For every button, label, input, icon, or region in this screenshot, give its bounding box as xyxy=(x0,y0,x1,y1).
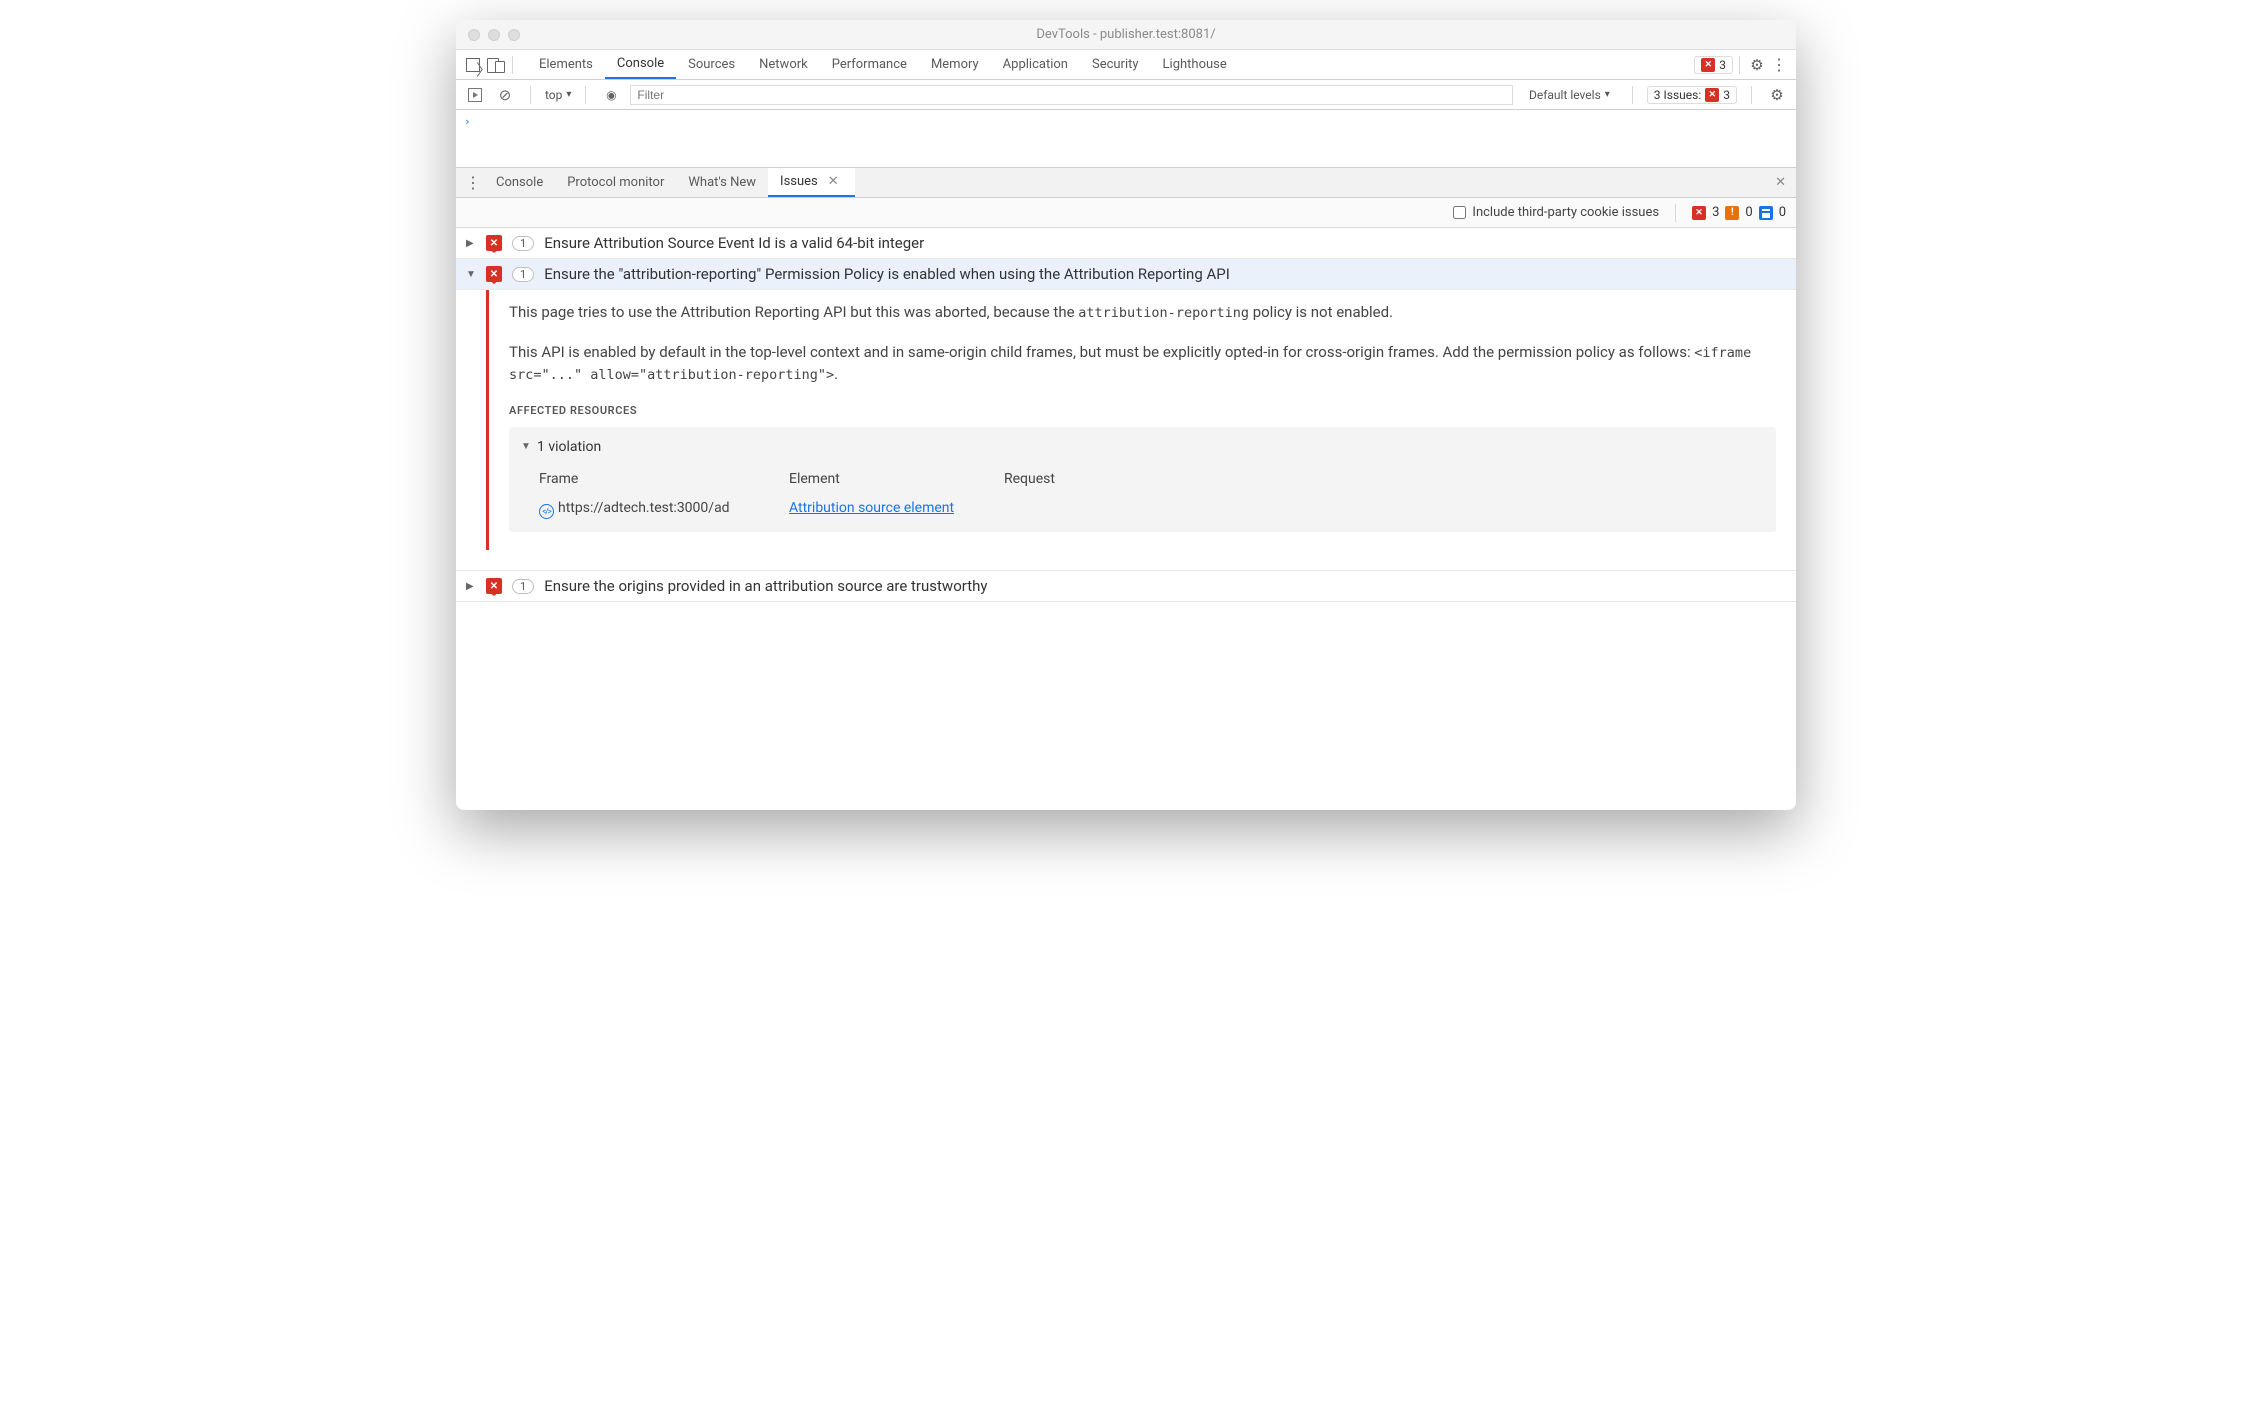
drawer-tab-protocol-monitor[interactable]: Protocol monitor xyxy=(555,168,676,197)
error-icon xyxy=(1692,206,1706,220)
titlebar: DevTools - publisher.test:8081/ xyxy=(456,20,1796,50)
window-title: DevTools - publisher.test:8081/ xyxy=(456,27,1796,42)
tab-performance[interactable]: Performance xyxy=(820,50,919,79)
affected-resources-table: Frame Element Request https://adtech.tes… xyxy=(521,465,1764,522)
settings-gear-icon[interactable] xyxy=(1746,54,1768,76)
divider xyxy=(512,56,513,74)
clear-console-icon[interactable] xyxy=(494,84,516,106)
page-error-icon xyxy=(486,235,502,251)
divider xyxy=(585,86,586,104)
divider xyxy=(530,86,531,104)
console-output[interactable]: › xyxy=(456,110,1796,168)
tab-console[interactable]: Console xyxy=(605,50,676,79)
issue-count-pill: 1 xyxy=(512,267,534,282)
issue-row[interactable]: 1 Ensure the origins provided in an attr… xyxy=(456,571,1796,602)
warning-icon xyxy=(1725,206,1739,220)
table-header-row: Frame Element Request xyxy=(539,465,1764,493)
tab-network[interactable]: Network xyxy=(747,50,820,79)
divider xyxy=(1632,86,1633,104)
device-toolbar-icon[interactable] xyxy=(484,54,506,76)
frame-icon xyxy=(539,504,554,519)
info-count: 0 xyxy=(1779,205,1786,220)
element-cell[interactable]: Attribution source element xyxy=(789,498,1004,518)
issue-title: Ensure Attribution Source Event Id is a … xyxy=(544,234,1786,252)
console-prompt-icon: › xyxy=(464,115,471,128)
close-icon[interactable]: ✕ xyxy=(824,170,843,193)
collapse-icon[interactable] xyxy=(466,269,476,280)
expand-icon[interactable] xyxy=(466,581,476,592)
issue-count-pill: 1 xyxy=(512,236,534,251)
issue-count-pill: 1 xyxy=(512,579,534,594)
error-count-value: 3 xyxy=(1719,58,1726,72)
close-drawer-icon[interactable]: ✕ xyxy=(1771,171,1790,194)
table-row: https://adtech.test:3000/ad Attribution … xyxy=(539,494,1764,522)
more-menu-icon[interactable] xyxy=(1768,54,1790,76)
tab-sources[interactable]: Sources xyxy=(676,50,747,79)
execution-context-select[interactable]: top xyxy=(545,88,571,102)
col-frame: Frame xyxy=(539,469,789,489)
issue-title: Ensure the "attribution-reporting" Permi… xyxy=(544,265,1786,283)
issues-toolbar: Include third-party cookie issues 3 0 0 xyxy=(456,198,1796,228)
drawer-tab-whats-new[interactable]: What's New xyxy=(676,168,768,197)
drawer-tab-issues-label: Issues xyxy=(780,174,818,189)
issue-kind-counts: 3 0 0 xyxy=(1692,205,1786,220)
console-toolbar: top Default levels 3 Issues: 3 xyxy=(456,80,1796,110)
divider xyxy=(1751,86,1752,104)
col-request: Request xyxy=(1004,469,1154,489)
error-icon xyxy=(1705,88,1719,102)
col-element: Element xyxy=(789,469,1004,489)
issue-description-1: This page tries to use the Attribution R… xyxy=(509,302,1776,324)
expand-icon[interactable] xyxy=(466,238,476,249)
errors-count: 3 xyxy=(1712,205,1719,220)
affected-resources-box: 1 violation Frame Element Request https:… xyxy=(509,427,1776,532)
devtools-window: DevTools - publisher.test:8081/ Elements… xyxy=(456,20,1796,810)
request-cell xyxy=(1004,498,1154,518)
log-levels-select[interactable]: Default levels xyxy=(1521,88,1618,102)
info-icon xyxy=(1759,206,1773,220)
violation-header[interactable]: 1 violation xyxy=(521,437,1764,457)
tab-elements[interactable]: Elements xyxy=(527,50,605,79)
page-error-icon xyxy=(486,578,502,594)
console-filter-input[interactable] xyxy=(630,85,1513,105)
inline-code: attribution-reporting xyxy=(1078,305,1249,321)
log-levels-label: Default levels xyxy=(1529,88,1601,102)
console-settings-icon[interactable] xyxy=(1766,84,1788,106)
frame-cell[interactable]: https://adtech.test:3000/ad xyxy=(539,498,789,518)
toggle-sidebar-icon[interactable] xyxy=(464,84,486,106)
error-icon xyxy=(1701,58,1715,72)
affected-resources-label: Affected Resources xyxy=(509,403,1776,419)
issues-count: 3 xyxy=(1723,88,1730,102)
inspect-element-icon[interactable] xyxy=(462,54,484,76)
drawer-more-icon[interactable] xyxy=(462,172,484,194)
warnings-count: 0 xyxy=(1745,205,1752,220)
main-tabstrip: Elements Console Sources Network Perform… xyxy=(456,50,1796,80)
tab-memory[interactable]: Memory xyxy=(919,50,991,79)
issue-row[interactable]: 1 Ensure Attribution Source Event Id is … xyxy=(456,228,1796,259)
issue-detail: This page tries to use the Attribution R… xyxy=(486,290,1796,550)
issue-row[interactable]: 1 Ensure the "attribution-reporting" Per… xyxy=(456,259,1796,290)
drawer-tab-issues[interactable]: Issues ✕ xyxy=(768,168,855,197)
third-party-cookie-checkbox-input[interactable] xyxy=(1453,206,1466,219)
main-tabs: Elements Console Sources Network Perform… xyxy=(527,50,1239,79)
divider xyxy=(1739,56,1740,74)
tab-application[interactable]: Application xyxy=(991,50,1080,79)
third-party-cookie-label: Include third-party cookie issues xyxy=(1472,205,1659,220)
divider xyxy=(1675,204,1676,222)
drawer-tab-console[interactable]: Console xyxy=(484,168,555,197)
element-link[interactable]: Attribution source element xyxy=(789,500,954,516)
page-error-icon xyxy=(486,266,502,282)
violation-count: 1 violation xyxy=(537,437,601,457)
third-party-cookie-checkbox[interactable]: Include third-party cookie issues xyxy=(1453,205,1659,220)
issues-counter[interactable]: 3 Issues: 3 xyxy=(1647,86,1737,104)
drawer-tabstrip: Console Protocol monitor What's New Issu… xyxy=(456,168,1796,198)
issues-prefix: 3 Issues: xyxy=(1654,88,1701,102)
tab-security[interactable]: Security xyxy=(1080,50,1151,79)
collapse-icon[interactable] xyxy=(521,440,531,455)
issue-title: Ensure the origins provided in an attrib… xyxy=(544,577,1786,595)
execution-context-value: top xyxy=(545,88,562,102)
error-count-badge[interactable]: 3 xyxy=(1694,56,1733,74)
issue-description-2: This API is enabled by default in the to… xyxy=(509,342,1776,386)
live-expression-icon[interactable] xyxy=(600,84,622,106)
tab-lighthouse[interactable]: Lighthouse xyxy=(1151,50,1239,79)
